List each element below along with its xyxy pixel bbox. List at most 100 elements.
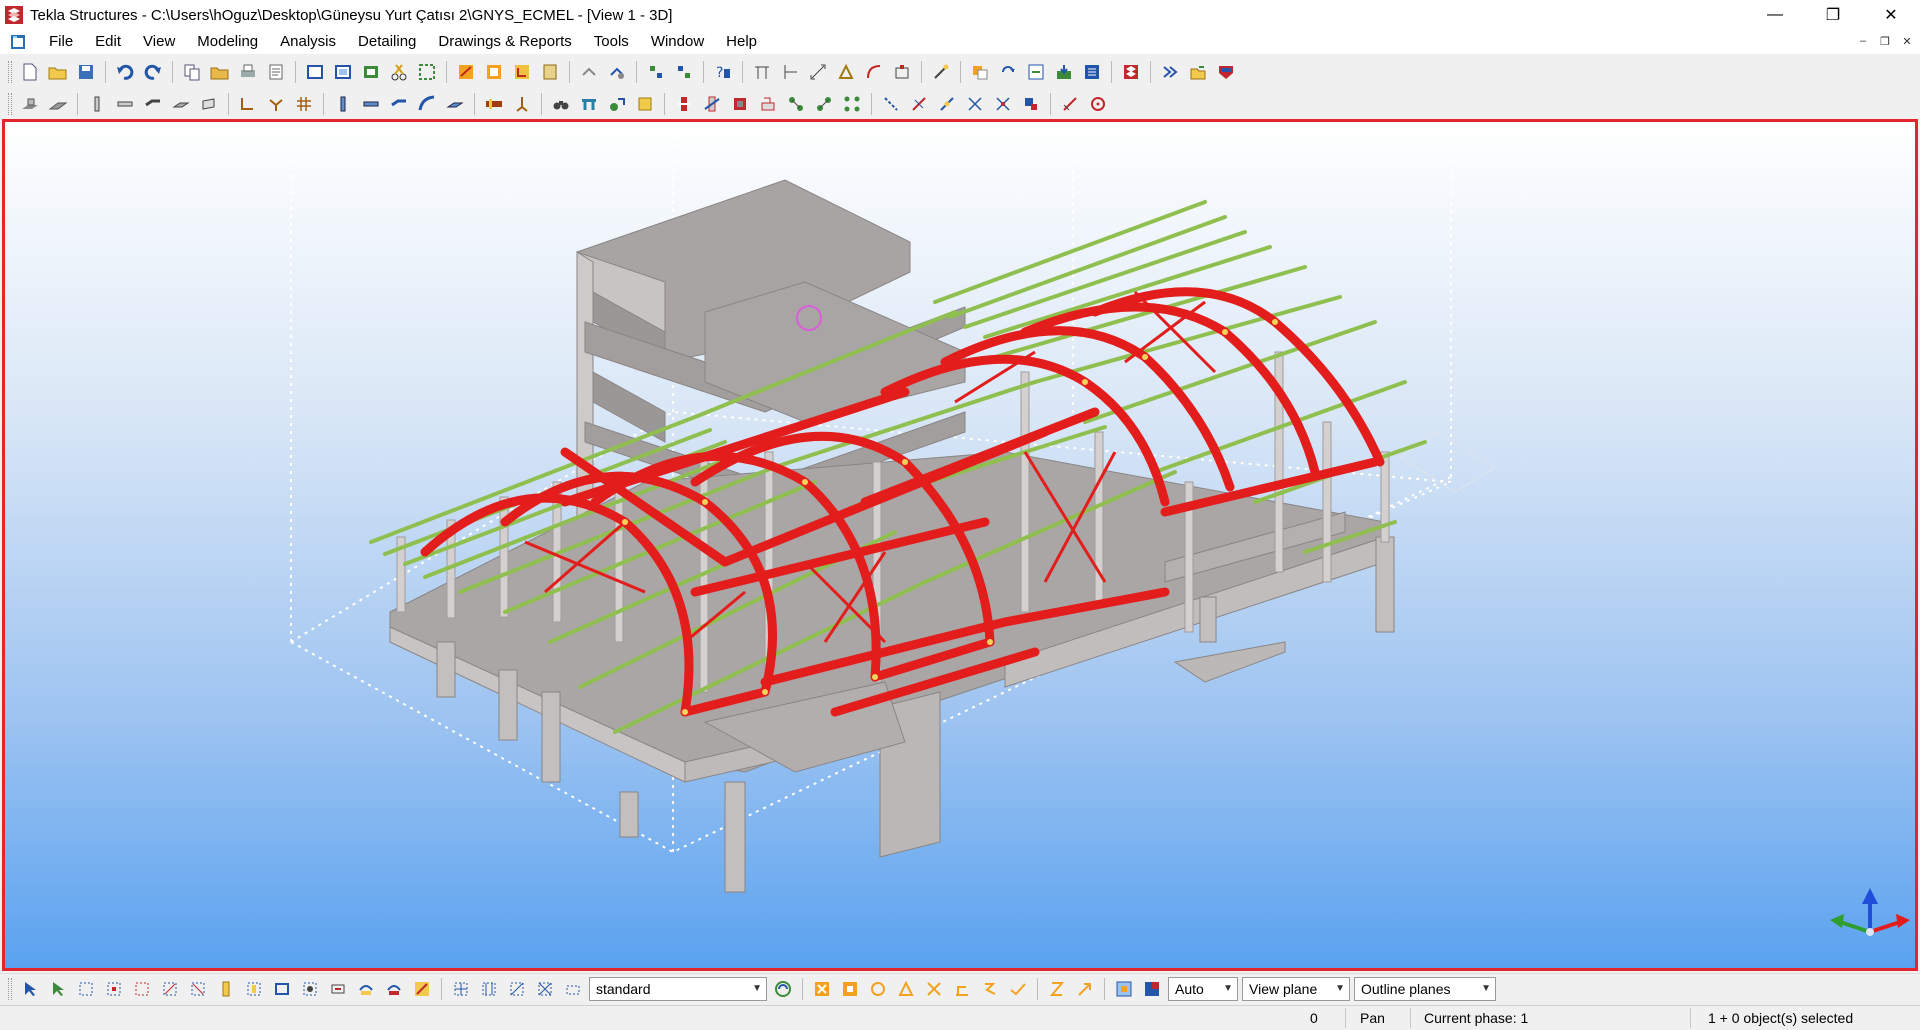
select-distances-icon[interactable] bbox=[326, 977, 350, 1001]
arc-icon[interactable] bbox=[862, 60, 886, 84]
report-icon[interactable] bbox=[538, 60, 562, 84]
select-bolts-icon[interactable] bbox=[214, 977, 238, 1001]
tekla-online-icon[interactable] bbox=[1119, 60, 1143, 84]
select-construction-icon[interactable] bbox=[505, 977, 529, 1001]
steel-polybeam-icon[interactable] bbox=[387, 92, 411, 116]
pour-icon[interactable] bbox=[633, 92, 657, 116]
outline-planes-combo[interactable]: Outline planes ▼ bbox=[1354, 976, 1496, 1001]
dimension-icon[interactable] bbox=[806, 60, 830, 84]
select-load-icon[interactable] bbox=[561, 977, 585, 1001]
intersection-point-icon[interactable] bbox=[991, 92, 1015, 116]
contour-plate-icon[interactable] bbox=[443, 92, 467, 116]
view-minimize-button[interactable]: – bbox=[1854, 32, 1872, 50]
snap-reference-lines-icon[interactable] bbox=[810, 977, 834, 1001]
line-cut-icon[interactable] bbox=[700, 92, 724, 116]
curved-beam-icon[interactable] bbox=[415, 92, 439, 116]
component-catalog-icon[interactable] bbox=[577, 92, 601, 116]
new-model-icon[interactable] bbox=[18, 60, 42, 84]
add-point-icon[interactable] bbox=[935, 92, 959, 116]
snap-intersection-icon[interactable] bbox=[922, 977, 946, 1001]
fitting-icon[interactable] bbox=[756, 92, 780, 116]
snap-triangle-icon[interactable] bbox=[894, 977, 918, 1001]
forward-icon[interactable] bbox=[1158, 60, 1182, 84]
view-restore-button[interactable]: ❐ bbox=[1876, 32, 1894, 50]
grid-line-icon[interactable] bbox=[778, 60, 802, 84]
clash-check-icon[interactable] bbox=[605, 60, 629, 84]
strip-footing-icon[interactable] bbox=[46, 92, 70, 116]
catalog-icon[interactable] bbox=[1080, 60, 1104, 84]
snap-circle-icon[interactable] bbox=[866, 977, 890, 1001]
filter-settings-icon[interactable] bbox=[771, 977, 795, 1001]
point-along-icon[interactable] bbox=[963, 92, 987, 116]
angle-icon[interactable] bbox=[834, 60, 858, 84]
panel-icon[interactable] bbox=[197, 92, 221, 116]
phase-manager-icon[interactable] bbox=[644, 60, 668, 84]
copy-icon[interactable] bbox=[180, 60, 204, 84]
sync-icon[interactable] bbox=[996, 60, 1020, 84]
select-assemblies-icon[interactable] bbox=[382, 977, 406, 1001]
select-views-icon[interactable] bbox=[186, 977, 210, 1001]
rebar-group-icon[interactable] bbox=[264, 92, 288, 116]
select-objects-in-components-icon[interactable] bbox=[410, 977, 434, 1001]
applications-icon[interactable] bbox=[1214, 60, 1238, 84]
menu-help[interactable]: Help bbox=[715, 31, 768, 53]
rebar-icon[interactable] bbox=[236, 92, 260, 116]
select-surface-icon[interactable] bbox=[74, 977, 98, 1001]
steel-beam-icon[interactable] bbox=[359, 92, 383, 116]
construction-plane-icon[interactable] bbox=[907, 92, 931, 116]
select-cuts-icon[interactable] bbox=[158, 977, 182, 1001]
select-planes-icon[interactable] bbox=[298, 977, 322, 1001]
drawing-list-icon[interactable] bbox=[482, 60, 506, 84]
organizer-icon[interactable] bbox=[672, 60, 696, 84]
menu-file[interactable]: File bbox=[38, 31, 84, 53]
select-points-icon[interactable] bbox=[102, 977, 126, 1001]
view-list-icon[interactable] bbox=[331, 60, 355, 84]
remove-from-assembly-icon[interactable] bbox=[840, 92, 864, 116]
assembly-drawing-icon[interactable] bbox=[510, 60, 534, 84]
menu-view[interactable]: View bbox=[132, 31, 186, 53]
point-icon[interactable] bbox=[890, 60, 914, 84]
zoom-window-icon[interactable] bbox=[415, 60, 439, 84]
add-to-assembly-icon[interactable] bbox=[784, 92, 808, 116]
polygon-cut-icon[interactable] bbox=[728, 92, 752, 116]
cut-part-icon[interactable] bbox=[672, 92, 696, 116]
measure-icon[interactable] bbox=[1058, 92, 1082, 116]
sub-assembly-icon[interactable] bbox=[812, 92, 836, 116]
view-props-icon[interactable] bbox=[359, 60, 383, 84]
select-components-icon[interactable] bbox=[354, 977, 378, 1001]
weld-icon[interactable] bbox=[510, 92, 534, 116]
menu-detailing[interactable]: Detailing bbox=[347, 31, 427, 53]
close-button[interactable]: ✕ bbox=[1862, 0, 1920, 30]
snap-perpendicular-icon[interactable] bbox=[950, 977, 974, 1001]
grid-icon[interactable] bbox=[750, 60, 774, 84]
properties-icon[interactable] bbox=[264, 60, 288, 84]
model-scene[interactable] bbox=[5, 122, 1915, 968]
compare-icon[interactable] bbox=[1024, 60, 1048, 84]
numbering-icon[interactable] bbox=[577, 60, 601, 84]
cut-icon[interactable] bbox=[387, 60, 411, 84]
model-view-3d[interactable] bbox=[2, 119, 1918, 971]
create-drawing-icon[interactable] bbox=[454, 60, 478, 84]
snap-extension-icon[interactable] bbox=[978, 977, 1002, 1001]
select-parts-icon[interactable] bbox=[46, 977, 70, 1001]
select-grid-line-icon[interactable] bbox=[477, 977, 501, 1001]
select-grid-icon[interactable] bbox=[449, 977, 473, 1001]
footing-icon[interactable] bbox=[18, 92, 42, 116]
model-folder-icon[interactable] bbox=[968, 60, 992, 84]
view-window-icon[interactable] bbox=[303, 60, 327, 84]
menu-window[interactable]: Window bbox=[640, 31, 715, 53]
view-close-button[interactable]: ✕ bbox=[1898, 32, 1916, 50]
snap-depth-combo[interactable]: Auto ▼ bbox=[1168, 976, 1238, 1001]
document-icon[interactable] bbox=[10, 34, 26, 50]
minimize-button[interactable]: — bbox=[1746, 0, 1804, 30]
custom-component-icon[interactable] bbox=[605, 92, 629, 116]
macro-icon[interactable] bbox=[1186, 60, 1210, 84]
toolbar-grip[interactable] bbox=[8, 61, 12, 83]
select-welds-icon[interactable] bbox=[130, 977, 154, 1001]
select-reference-icon[interactable] bbox=[533, 977, 557, 1001]
bolt-icon[interactable] bbox=[482, 92, 506, 116]
open-model-icon[interactable] bbox=[46, 60, 70, 84]
concrete-beam-icon[interactable] bbox=[113, 92, 137, 116]
radius-icon[interactable] bbox=[1086, 92, 1110, 116]
menu-tools[interactable]: Tools bbox=[583, 31, 640, 53]
